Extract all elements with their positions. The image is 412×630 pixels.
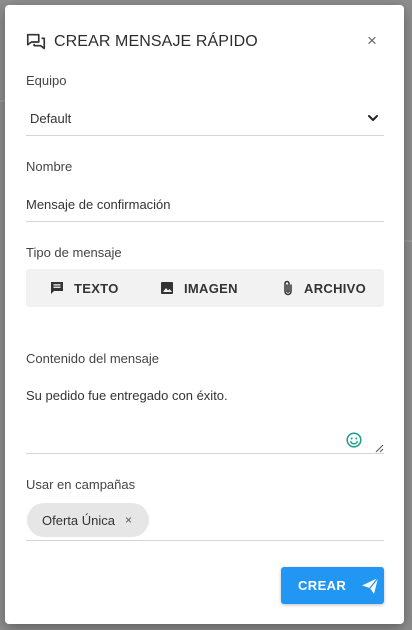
resize-handle-icon[interactable]	[375, 444, 384, 453]
message-type-label: Tipo de mensaje	[26, 245, 122, 260]
image-icon	[161, 282, 173, 294]
dialog-title: CREAR MENSAJE RÁPIDO	[54, 33, 258, 50]
message-type-image-label: IMAGEN	[184, 280, 238, 296]
chevron-down-icon[interactable]	[366, 111, 380, 125]
name-label: Nombre	[26, 159, 73, 174]
content-textarea[interactable]: Su pedido fue entregado con éxito.	[26, 381, 384, 453]
message-type-text-label: TEXTO	[74, 280, 119, 296]
message-type-image-button[interactable]: IMAGEN	[160, 269, 238, 307]
chip-remove-icon[interactable]: ×	[125, 513, 132, 527]
message-type-text-button[interactable]: TEXTO	[50, 269, 119, 307]
name-field[interactable]: Mensaje de confirmación	[26, 189, 384, 221]
create-quick-message-dialog: CREAR MENSAJE RÁPIDO × Equipo Default No…	[5, 5, 404, 624]
campaign-chip: Oferta Única ×	[27, 503, 149, 537]
close-icon: ×	[367, 31, 377, 50]
content-underline	[26, 453, 384, 454]
team-label: Equipo	[26, 73, 67, 88]
content-label: Contenido del mensaje	[26, 351, 159, 366]
team-select[interactable]: Default	[26, 103, 384, 135]
send-icon	[362, 577, 379, 594]
campaigns-underline	[26, 540, 384, 541]
background-strip-right	[404, 240, 412, 242]
campaign-chip-label: Oferta Única	[42, 512, 115, 528]
message-type-toggle-group: TEXTO IMAGEN ARCHIVO	[26, 269, 384, 307]
message-type-file-label: ARCHIVO	[304, 280, 367, 296]
dialog-header: CREAR MENSAJE RÁPIDO ×	[25, 29, 384, 57]
message-type-file-button[interactable]: ARCHIVO	[282, 269, 366, 307]
emoji-icon[interactable]	[346, 432, 362, 448]
content-textarea-value: Su pedido fue entregado con éxito.	[26, 388, 228, 403]
quick-message-icon	[26, 33, 46, 50]
close-button[interactable]: ×	[362, 31, 382, 51]
campaigns-label: Usar en campañas	[26, 477, 136, 492]
name-field-value: Mensaje de confirmación	[26, 197, 171, 212]
name-underline	[26, 221, 384, 222]
attachment-icon	[284, 280, 292, 296]
create-button-label: CREAR	[298, 578, 347, 593]
create-button[interactable]: CREAR	[281, 567, 384, 604]
team-select-value: Default	[30, 111, 72, 126]
team-underline	[26, 135, 384, 136]
message-text-icon	[51, 282, 63, 294]
